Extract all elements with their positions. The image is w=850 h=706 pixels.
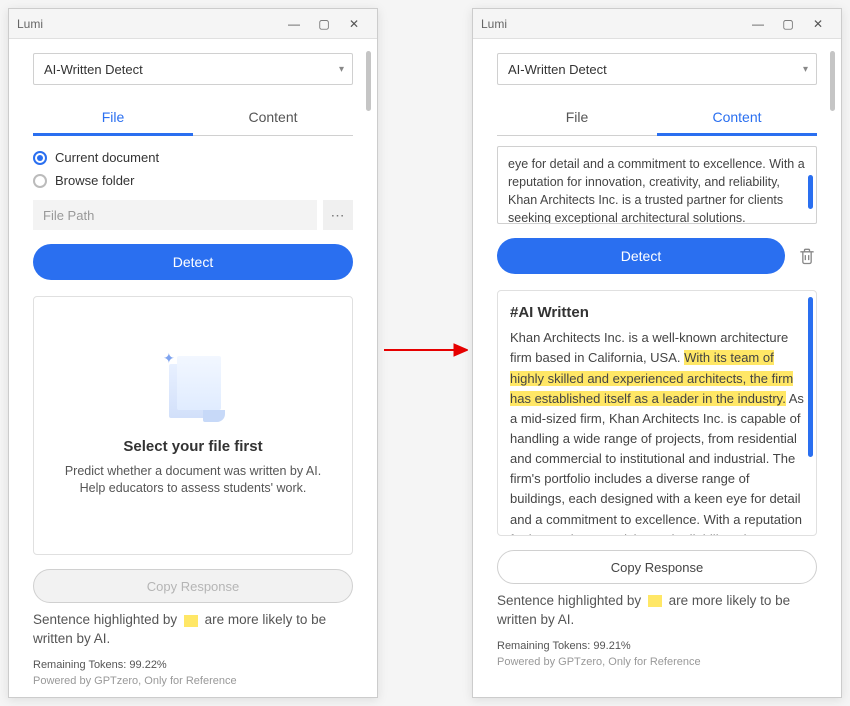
highlight-swatch-icon [648,595,662,607]
highlight-legend: Sentence highlighted by are more likely … [33,611,353,649]
copy-response-button[interactable]: Copy Response [497,550,817,584]
tab-file[interactable]: File [33,101,193,136]
maximize-button[interactable]: ▢ [309,13,339,35]
close-button[interactable]: ✕ [339,13,369,35]
mode-dropdown-value: AI-Written Detect [508,62,607,77]
minimize-button[interactable]: — [279,13,309,35]
arrow-icon [382,340,468,360]
powered-by: Powered by GPTzero, Only for Reference [33,675,353,687]
placeholder-title: Select your file first [123,438,262,455]
browse-button[interactable]: ⋯ [323,200,353,230]
tabs: File Content [497,101,817,136]
tab-file[interactable]: File [497,101,657,135]
scrollbar[interactable] [830,51,835,111]
titlebar: Lumi — ▢ ✕ [473,9,841,39]
window-after: Lumi — ▢ ✕ AI-Written Detect ▾ File Cont… [472,8,842,698]
content-textarea[interactable]: eye for detail and a commitment to excel… [497,146,817,224]
mode-dropdown-value: AI-Written Detect [44,62,143,77]
remaining-tokens: Remaining Tokens: 99.22% [33,659,353,671]
mode-dropdown[interactable]: AI-Written Detect ▾ [497,53,817,85]
radio-label: Browse folder [55,173,134,188]
placeholder-subtitle: Predict whether a document was written b… [54,463,332,498]
radio-browse-folder[interactable]: Browse folder [33,173,353,188]
result-placeholder: ✦ Select your file first Predict whether… [33,296,353,555]
titlebar: Lumi — ▢ ✕ [9,9,377,39]
chevron-down-icon: ▾ [803,64,808,75]
copy-response-button: Copy Response [33,569,353,603]
scrollbar[interactable] [808,297,813,457]
app-title: Lumi [481,17,743,31]
content-text: eye for detail and a commitment to excel… [508,157,805,224]
file-path-placeholder: File Path [43,208,94,223]
document-icon: ✦ [165,354,221,422]
highlight-legend: Sentence highlighted by are more likely … [497,592,817,630]
content-area: AI-Written Detect ▾ File Content eye for… [473,39,841,697]
detect-button[interactable]: Detect [33,244,353,280]
remaining-tokens: Remaining Tokens: 99.21% [497,640,817,652]
radio-icon [33,174,47,188]
content-area: AI-Written Detect ▾ File Content Current… [9,39,377,697]
trash-icon[interactable] [797,245,817,267]
minimize-button[interactable]: — [743,13,773,35]
chevron-down-icon: ▾ [339,64,344,75]
scrollbar[interactable] [366,51,371,111]
maximize-button[interactable]: ▢ [773,13,803,35]
powered-by: Powered by GPTzero, Only for Reference [497,656,817,668]
detect-button[interactable]: Detect [497,238,785,274]
mode-dropdown[interactable]: AI-Written Detect ▾ [33,53,353,85]
tabs: File Content [33,101,353,136]
result-title: #AI Written [510,301,804,324]
file-path-input[interactable]: File Path [33,200,317,230]
result-panel: #AI Written Khan Architects Inc. is a we… [497,290,817,536]
tab-content[interactable]: Content [193,101,353,135]
app-title: Lumi [17,17,279,31]
tab-content[interactable]: Content [657,101,817,136]
close-button[interactable]: ✕ [803,13,833,35]
result-body: Khan Architects Inc. is a well-known arc… [510,330,804,536]
window-before: Lumi — ▢ ✕ AI-Written Detect ▾ File Cont… [8,8,378,698]
radio-icon [33,151,47,165]
radio-current-document[interactable]: Current document [33,150,353,165]
scrollbar[interactable] [808,175,813,209]
radio-label: Current document [55,150,159,165]
highlight-swatch-icon [184,615,198,627]
